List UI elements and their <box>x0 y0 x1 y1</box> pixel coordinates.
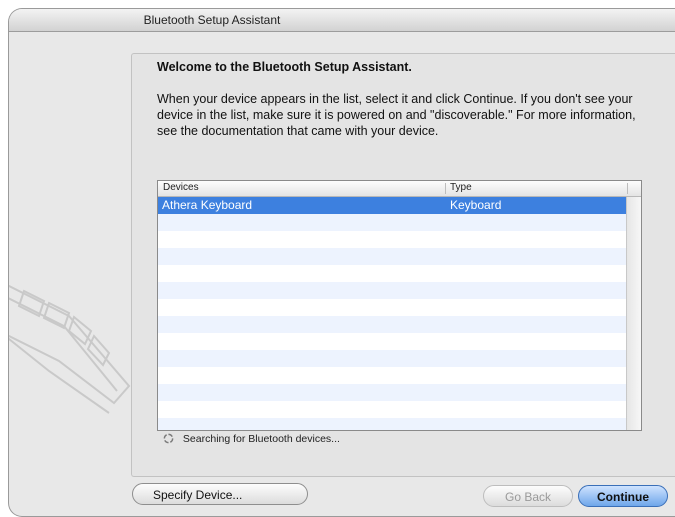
table-row-empty <box>158 231 627 248</box>
column-header-type[interactable]: Type <box>450 182 472 193</box>
table-row-empty <box>158 401 627 418</box>
table-row-empty <box>158 418 627 430</box>
go-back-button[interactable]: Go Back <box>483 485 573 507</box>
specify-device-button[interactable]: Specify Device... <box>132 483 308 505</box>
keyboard-illustration <box>9 284 131 414</box>
table-row-empty <box>158 350 627 367</box>
table-row-empty <box>158 248 627 265</box>
table-row-empty <box>158 384 627 401</box>
search-status-text: Searching for Bluetooth devices... <box>182 433 340 445</box>
table-row-empty <box>158 265 627 282</box>
table-row-empty <box>158 214 627 231</box>
column-divider <box>627 183 628 194</box>
title-bar[interactable]: Bluetooth Setup Assistant <box>9 9 675 32</box>
device-name: Athera Keyboard <box>162 198 253 212</box>
table-row-empty <box>158 333 627 350</box>
welcome-heading: Welcome to the Bluetooth Setup Assistant… <box>157 60 412 74</box>
table-rows: Athera Keyboard Keyboard <box>158 197 627 430</box>
table-row-empty <box>158 299 627 316</box>
table-row[interactable]: Athera Keyboard Keyboard <box>158 197 627 214</box>
spinner-icon <box>163 433 174 444</box>
device-type: Keyboard <box>450 198 502 212</box>
search-status: Searching for Bluetooth devices... <box>163 433 340 445</box>
vertical-scrollbar[interactable] <box>626 197 641 430</box>
table-row-empty <box>158 282 627 299</box>
instructions-text: When your device appears in the list, se… <box>157 92 636 138</box>
window-title: Bluetooth Setup Assistant <box>143 13 281 27</box>
continue-button[interactable]: Continue <box>578 485 668 507</box>
table-row-empty <box>158 316 627 333</box>
devices-table[interactable]: Devices Type Athera Keyboard Keyboard <box>157 180 642 431</box>
table-row-empty <box>158 367 627 384</box>
column-header-devices[interactable]: Devices <box>163 182 199 193</box>
column-divider <box>445 183 446 194</box>
table-header: Devices Type <box>158 181 641 197</box>
